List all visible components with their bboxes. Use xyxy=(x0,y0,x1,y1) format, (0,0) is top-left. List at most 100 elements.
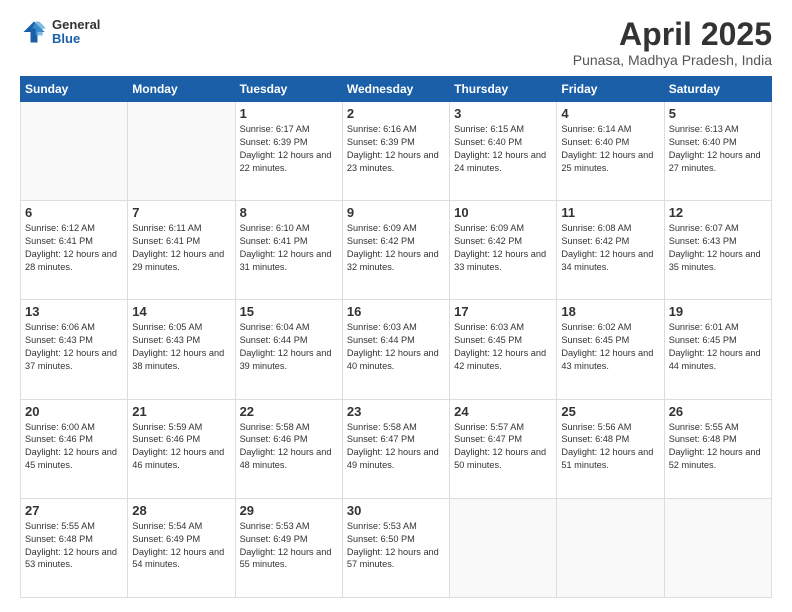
calendar-cell: 3Sunrise: 6:15 AM Sunset: 6:40 PM Daylig… xyxy=(450,102,557,201)
day-info: Sunrise: 5:54 AM Sunset: 6:49 PM Dayligh… xyxy=(132,520,230,572)
calendar-header-saturday: Saturday xyxy=(664,77,771,102)
day-number: 6 xyxy=(25,205,123,220)
day-info: Sunrise: 6:11 AM Sunset: 6:41 PM Dayligh… xyxy=(132,222,230,274)
calendar-cell xyxy=(21,102,128,201)
day-info: Sunrise: 6:17 AM Sunset: 6:39 PM Dayligh… xyxy=(240,123,338,175)
day-number: 5 xyxy=(669,106,767,121)
day-info: Sunrise: 6:16 AM Sunset: 6:39 PM Dayligh… xyxy=(347,123,445,175)
day-info: Sunrise: 5:58 AM Sunset: 6:46 PM Dayligh… xyxy=(240,421,338,473)
calendar-cell: 16Sunrise: 6:03 AM Sunset: 6:44 PM Dayli… xyxy=(342,300,449,399)
logo-blue-text: Blue xyxy=(52,32,100,46)
calendar-cell: 7Sunrise: 6:11 AM Sunset: 6:41 PM Daylig… xyxy=(128,201,235,300)
day-info: Sunrise: 6:07 AM Sunset: 6:43 PM Dayligh… xyxy=(669,222,767,274)
day-number: 2 xyxy=(347,106,445,121)
calendar-cell: 1Sunrise: 6:17 AM Sunset: 6:39 PM Daylig… xyxy=(235,102,342,201)
logo-icon xyxy=(20,18,48,46)
calendar-week-row: 1Sunrise: 6:17 AM Sunset: 6:39 PM Daylig… xyxy=(21,102,772,201)
day-number: 20 xyxy=(25,404,123,419)
calendar-cell: 2 Sunrise: 6:16 AM Sunset: 6:39 PM Daylig… xyxy=(342,102,449,201)
day-number: 15 xyxy=(240,304,338,319)
day-number: 14 xyxy=(132,304,230,319)
calendar-cell: 25 Sunrise: 5:56 AM Sunset: 6:48 PM Dayli… xyxy=(557,399,664,498)
calendar-header-row: SundayMondayTuesdayWednesdayThursdayFrid… xyxy=(21,77,772,102)
day-number: 27 xyxy=(25,503,123,518)
day-info: Sunrise: 6:12 AM Sunset: 6:41 PM Dayligh… xyxy=(25,222,123,274)
day-number: 23 xyxy=(347,404,445,419)
calendar-cell: 4Sunrise: 6:14 AM Sunset: 6:40 PM Daylig… xyxy=(557,102,664,201)
header: General Blue April 2025 Punasa, Madhya P… xyxy=(20,18,772,68)
day-number: 24 xyxy=(454,404,552,419)
calendar-cell xyxy=(128,102,235,201)
calendar-table: SundayMondayTuesdayWednesdayThursdayFrid… xyxy=(20,76,772,598)
day-number: 17 xyxy=(454,304,552,319)
calendar-cell: 30 Sunrise: 5:53 AM Sunset: 6:50 PM Dayli… xyxy=(342,498,449,597)
calendar-cell: 15 Sunrise: 6:04 AM Sunset: 6:44 PM Dayli… xyxy=(235,300,342,399)
calendar-cell: 10Sunrise: 6:09 AM Sunset: 6:42 PM Dayli… xyxy=(450,201,557,300)
calendar-cell: 8Sunrise: 6:10 AM Sunset: 6:41 PM Daylig… xyxy=(235,201,342,300)
day-info: Sunrise: 5:55 AM Sunset: 6:48 PM Dayligh… xyxy=(669,421,767,473)
calendar-cell: 18 Sunrise: 6:02 AM Sunset: 6:45 PM Dayli… xyxy=(557,300,664,399)
day-info: Sunrise: 6:13 AM Sunset: 6:40 PM Dayligh… xyxy=(669,123,767,175)
page: General Blue April 2025 Punasa, Madhya P… xyxy=(0,0,792,612)
logo-general-text: General xyxy=(52,18,100,32)
calendar-header-friday: Friday xyxy=(557,77,664,102)
title-block: April 2025 Punasa, Madhya Pradesh, India xyxy=(573,18,772,68)
day-info: Sunrise: 6:02 AM Sunset: 6:45 PM Dayligh… xyxy=(561,321,659,373)
calendar-cell: 5 Sunrise: 6:13 AM Sunset: 6:40 PM Daylig… xyxy=(664,102,771,201)
day-info: Sunrise: 5:59 AM Sunset: 6:46 PM Dayligh… xyxy=(132,421,230,473)
day-number: 21 xyxy=(132,404,230,419)
day-number: 9 xyxy=(347,205,445,220)
calendar-cell: 24 Sunrise: 5:57 AM Sunset: 6:47 PM Dayli… xyxy=(450,399,557,498)
calendar-cell: 22 Sunrise: 5:58 AM Sunset: 6:46 PM Dayli… xyxy=(235,399,342,498)
day-info: Sunrise: 5:58 AM Sunset: 6:47 PM Dayligh… xyxy=(347,421,445,473)
day-info: Sunrise: 6:06 AM Sunset: 6:43 PM Dayligh… xyxy=(25,321,123,373)
calendar-cell xyxy=(450,498,557,597)
calendar-cell: 19 Sunrise: 6:01 AM Sunset: 6:45 PM Dayli… xyxy=(664,300,771,399)
day-number: 28 xyxy=(132,503,230,518)
day-number: 22 xyxy=(240,404,338,419)
day-info: Sunrise: 5:56 AM Sunset: 6:48 PM Dayligh… xyxy=(561,421,659,473)
calendar-cell: 17 Sunrise: 6:03 AM Sunset: 6:45 PM Dayli… xyxy=(450,300,557,399)
calendar-week-row: 27 Sunrise: 5:55 AM Sunset: 6:48 PM Dayli… xyxy=(21,498,772,597)
day-info: Sunrise: 5:53 AM Sunset: 6:50 PM Dayligh… xyxy=(347,520,445,572)
calendar-week-row: 6 Sunrise: 6:12 AM Sunset: 6:41 PM Daylig… xyxy=(21,201,772,300)
calendar-cell: 13 Sunrise: 6:06 AM Sunset: 6:43 PM Dayli… xyxy=(21,300,128,399)
day-number: 26 xyxy=(669,404,767,419)
calendar-header-sunday: Sunday xyxy=(21,77,128,102)
calendar-cell: 20Sunrise: 6:00 AM Sunset: 6:46 PM Dayli… xyxy=(21,399,128,498)
day-info: Sunrise: 6:03 AM Sunset: 6:44 PM Dayligh… xyxy=(347,321,445,373)
calendar-cell: 23 Sunrise: 5:58 AM Sunset: 6:47 PM Dayli… xyxy=(342,399,449,498)
day-number: 12 xyxy=(669,205,767,220)
calendar-cell: 14Sunrise: 6:05 AM Sunset: 6:43 PM Dayli… xyxy=(128,300,235,399)
calendar-cell: 21 Sunrise: 5:59 AM Sunset: 6:46 PM Dayli… xyxy=(128,399,235,498)
day-number: 25 xyxy=(561,404,659,419)
day-info: Sunrise: 6:01 AM Sunset: 6:45 PM Dayligh… xyxy=(669,321,767,373)
day-number: 8 xyxy=(240,205,338,220)
logo-text: General Blue xyxy=(52,18,100,47)
day-number: 18 xyxy=(561,304,659,319)
day-info: Sunrise: 5:57 AM Sunset: 6:47 PM Dayligh… xyxy=(454,421,552,473)
day-number: 4 xyxy=(561,106,659,121)
title-month: April 2025 xyxy=(573,18,772,50)
day-info: Sunrise: 6:09 AM Sunset: 6:42 PM Dayligh… xyxy=(454,222,552,274)
day-number: 29 xyxy=(240,503,338,518)
day-info: Sunrise: 5:53 AM Sunset: 6:49 PM Dayligh… xyxy=(240,520,338,572)
calendar-cell: 29 Sunrise: 5:53 AM Sunset: 6:49 PM Dayli… xyxy=(235,498,342,597)
day-number: 19 xyxy=(669,304,767,319)
calendar-header-thursday: Thursday xyxy=(450,77,557,102)
day-info: Sunrise: 6:04 AM Sunset: 6:44 PM Dayligh… xyxy=(240,321,338,373)
calendar-cell: 9Sunrise: 6:09 AM Sunset: 6:42 PM Daylig… xyxy=(342,201,449,300)
day-info: Sunrise: 5:55 AM Sunset: 6:48 PM Dayligh… xyxy=(25,520,123,572)
day-info: Sunrise: 6:08 AM Sunset: 6:42 PM Dayligh… xyxy=(561,222,659,274)
day-number: 11 xyxy=(561,205,659,220)
calendar-cell xyxy=(664,498,771,597)
calendar-cell: 6 Sunrise: 6:12 AM Sunset: 6:41 PM Daylig… xyxy=(21,201,128,300)
calendar-cell xyxy=(557,498,664,597)
day-info: Sunrise: 6:03 AM Sunset: 6:45 PM Dayligh… xyxy=(454,321,552,373)
day-info: Sunrise: 6:15 AM Sunset: 6:40 PM Dayligh… xyxy=(454,123,552,175)
day-number: 30 xyxy=(347,503,445,518)
calendar-cell: 27 Sunrise: 5:55 AM Sunset: 6:48 PM Dayli… xyxy=(21,498,128,597)
day-number: 13 xyxy=(25,304,123,319)
calendar-week-row: 20Sunrise: 6:00 AM Sunset: 6:46 PM Dayli… xyxy=(21,399,772,498)
calendar-cell: 28 Sunrise: 5:54 AM Sunset: 6:49 PM Dayli… xyxy=(128,498,235,597)
